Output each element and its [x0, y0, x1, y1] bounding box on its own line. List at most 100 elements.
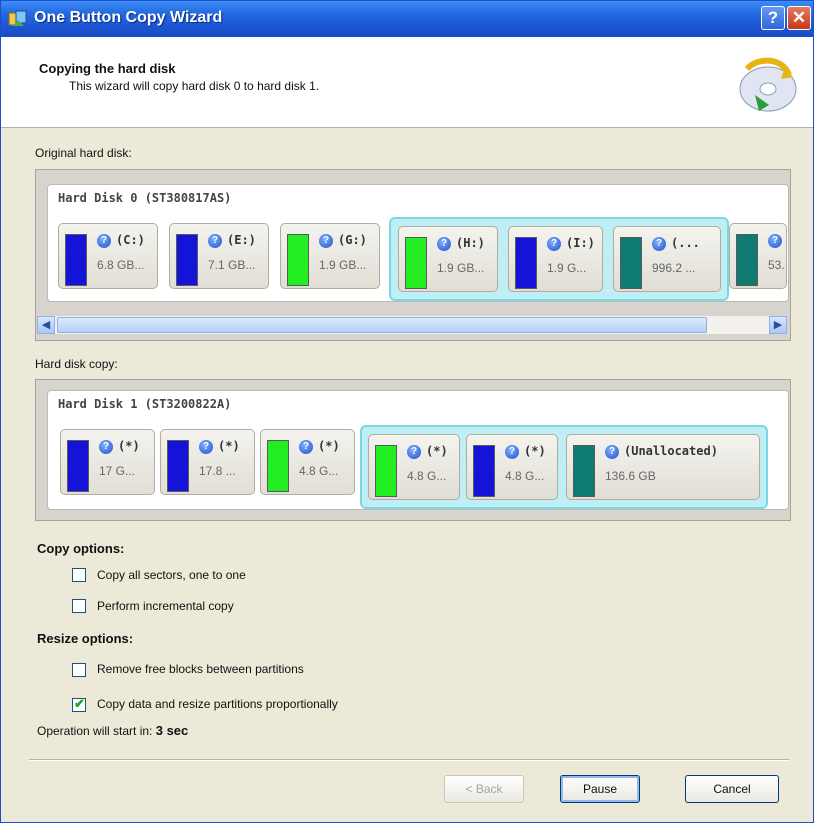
horizontal-scrollbar[interactable]: ◀ ▶: [37, 316, 787, 334]
countdown-value: 3 sec: [155, 723, 189, 738]
partition-help-icon[interactable]: ?: [99, 440, 113, 454]
partition-g[interactable]: ? (G:) 1.9 GB...: [280, 223, 380, 289]
countdown-prefix: Operation will start in:: [37, 724, 153, 738]
scroll-thumb[interactable]: [57, 317, 707, 333]
partition-size: 53.: [768, 258, 785, 272]
partition-size: 6.8 GB...: [97, 258, 145, 272]
partition-label: (H:): [456, 236, 485, 250]
partition-size: 996.2 ...: [652, 261, 696, 275]
partition-label: (*): [426, 444, 448, 458]
header-title: Copying the hard disk: [39, 61, 176, 76]
scroll-left-icon[interactable]: ◀: [37, 316, 55, 334]
back-button[interactable]: < Back: [444, 775, 524, 803]
copy-all-sectors-label[interactable]: Copy all sectors, one to one: [97, 568, 246, 582]
copy-all-sectors-checkbox[interactable]: [72, 568, 86, 582]
partition-help-icon[interactable]: ?: [319, 234, 333, 248]
partition-label: (I:): [566, 236, 595, 250]
window-title: One Button Copy Wizard: [34, 9, 223, 26]
incremental-copy-label[interactable]: Perform incremental copy: [97, 599, 234, 613]
partition-color-bar: [573, 445, 595, 497]
partition-color-bar: [515, 237, 537, 289]
partition-color-bar: [620, 237, 642, 289]
partition-color-bar: [287, 234, 309, 286]
partition-help-icon[interactable]: ?: [605, 445, 619, 459]
partition-help-icon[interactable]: ?: [652, 237, 666, 251]
partition-6[interactable]: ? (... 996.2 ...: [613, 226, 721, 292]
help-button[interactable]: ?: [761, 6, 785, 30]
partition-color-bar: [375, 445, 397, 497]
partition-size: 4.8 G...: [505, 469, 545, 483]
original-disk-title: Hard Disk 0 (ST380817AS): [58, 191, 232, 205]
partition-size: 1.9 G...: [547, 261, 587, 275]
copy-options-title: Copy options:: [37, 541, 125, 556]
partition-c[interactable]: ? (C:) 6.8 GB...: [58, 223, 158, 289]
partition-help-icon[interactable]: ?: [299, 440, 313, 454]
partition-7[interactable]: ? 53.: [729, 223, 787, 289]
close-button[interactable]: ✕: [787, 6, 811, 30]
original-disk-panel: Hard Disk 0 (ST380817AS) ? (C:) 6.8 GB..…: [35, 169, 791, 341]
partition-help-icon[interactable]: ?: [199, 440, 213, 454]
partition-help-icon[interactable]: ?: [97, 234, 111, 248]
partition-label: (...: [671, 236, 700, 250]
partition-help-icon[interactable]: ?: [407, 445, 421, 459]
copy-disk-box[interactable]: Hard Disk 1 (ST3200822A) ? (*) 17 G... ?…: [47, 390, 789, 510]
remove-free-blocks-label[interactable]: Remove free blocks between partitions: [97, 662, 304, 676]
partition-help-icon[interactable]: ?: [505, 445, 519, 459]
resize-proportionally-checkbox[interactable]: ✔: [72, 696, 86, 712]
partition-label: (Unallocated): [624, 444, 718, 458]
partition-help-icon[interactable]: ?: [208, 234, 222, 248]
partition-size: 4.8 G...: [407, 469, 447, 483]
partition-label: (*): [218, 439, 240, 453]
wizard-window: One Button Copy Wizard ? ✕ Copying the h…: [0, 0, 814, 823]
copy-disk-icon: [739, 57, 797, 112]
wizard-header: Copying the hard disk This wizard will c…: [1, 37, 813, 128]
partition-color-bar: [67, 440, 89, 492]
partition-size: 4.8 G...: [299, 464, 339, 478]
copy-disk-panel: Hard Disk 1 (ST3200822A) ? (*) 17 G... ?…: [35, 379, 791, 521]
partition-color-bar: [176, 234, 198, 286]
app-icon: [8, 10, 27, 26]
partition-help-icon[interactable]: ?: [547, 237, 561, 251]
partition-label: (*): [118, 439, 140, 453]
partition-size: 17 G...: [99, 464, 136, 478]
resize-proportionally-label[interactable]: Copy data and resize partitions proporti…: [97, 697, 338, 711]
original-disk-box[interactable]: Hard Disk 0 (ST380817AS) ? (C:) 6.8 GB..…: [47, 184, 789, 302]
copy-partition-3[interactable]: ? (*) 4.8 G...: [260, 429, 355, 495]
copy-partition-unallocated[interactable]: ? (Unallocated) 136.6 GB: [566, 434, 760, 500]
cancel-button[interactable]: Cancel: [685, 775, 779, 803]
partition-e[interactable]: ? (E:) 7.1 GB...: [169, 223, 269, 289]
copy-disk-title: Hard Disk 1 (ST3200822A): [58, 397, 232, 411]
partition-color-bar: [473, 445, 495, 497]
scroll-right-icon[interactable]: ▶: [769, 316, 787, 334]
partition-color-bar: [405, 237, 427, 289]
partition-label: (*): [318, 439, 340, 453]
footer-divider: [29, 759, 789, 761]
title-bar[interactable]: One Button Copy Wizard ? ✕: [1, 1, 813, 37]
partition-i[interactable]: ? (I:) 1.9 G...: [508, 226, 603, 292]
partition-color-bar: [267, 440, 289, 492]
copy-partition-5[interactable]: ? (*) 4.8 G...: [466, 434, 558, 500]
partition-label: (E:): [227, 233, 256, 247]
partition-color-bar: [736, 234, 758, 286]
incremental-copy-checkbox[interactable]: [72, 599, 86, 613]
partition-h[interactable]: ? (H:) 1.9 GB...: [398, 226, 498, 292]
checkmark-icon: ✔: [74, 696, 85, 711]
partition-help-icon[interactable]: ?: [437, 237, 451, 251]
help-icon: ?: [767, 8, 779, 27]
copy-partition-4[interactable]: ? (*) 4.8 G...: [368, 434, 460, 500]
resize-options-title: Resize options:: [37, 631, 134, 646]
pause-button[interactable]: Pause: [560, 775, 640, 803]
partition-size: 1.9 GB...: [319, 258, 367, 272]
copy-disk-label: Hard disk copy:: [35, 357, 118, 371]
partition-size: 17.8 ...: [199, 464, 236, 478]
original-disk-label: Original hard disk:: [35, 146, 132, 160]
partition-size: 136.6 GB: [605, 469, 656, 483]
partition-size: 7.1 GB...: [208, 258, 256, 272]
partition-size: 1.9 GB...: [437, 261, 485, 275]
remove-free-blocks-checkbox[interactable]: [72, 663, 86, 677]
copy-partition-2[interactable]: ? (*) 17.8 ...: [160, 429, 255, 495]
partition-color-bar: [167, 440, 189, 492]
partition-color-bar: [65, 234, 87, 286]
copy-partition-1[interactable]: ? (*) 17 G...: [60, 429, 155, 495]
partition-help-icon[interactable]: ?: [768, 234, 782, 248]
